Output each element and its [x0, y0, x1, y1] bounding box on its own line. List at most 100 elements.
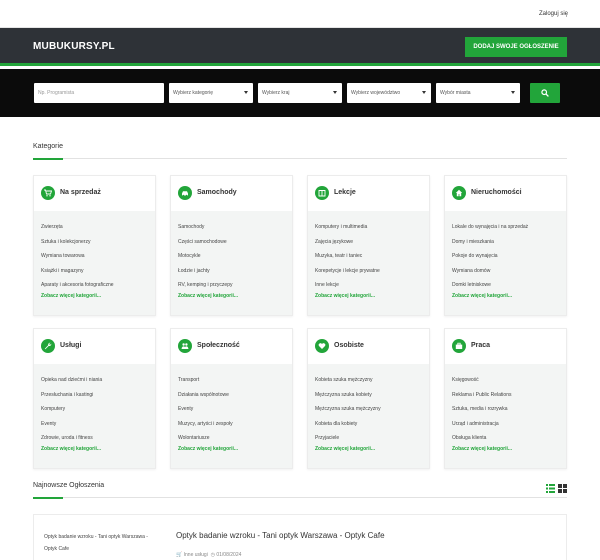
category-link[interactable]: Księgowość — [452, 374, 566, 389]
category-icon-badge — [41, 186, 55, 200]
category-link[interactable]: Mężczyzna szuka mężczyzny — [315, 403, 429, 418]
category-title[interactable]: Na sprzedaż — [60, 189, 101, 196]
category-card-header: Lekcje — [308, 176, 429, 211]
city-select[interactable]: Wybór miasta — [436, 83, 520, 103]
category-link[interactable]: Samochody — [178, 221, 292, 236]
category-link[interactable]: Pokoje do wynajęcia — [452, 250, 566, 265]
category-card-header: Na sprzedaż — [34, 176, 155, 211]
listing-category: Inne usługi — [183, 552, 208, 558]
category-link[interactable]: Działania wspólnotowe — [178, 389, 292, 404]
listing-card[interactable]: Optyk badanie wzroku - Tani optyk Warsza… — [33, 514, 567, 560]
category-link[interactable]: Przesłuchania i kastingi — [41, 389, 155, 404]
category-select-value: Wybierz kategorię — [173, 90, 213, 96]
top-bar: Zaloguj się — [0, 0, 600, 28]
category-list: Zwierzęta Sztuka i kolekcjonerzy Wymiana t… — [34, 211, 155, 315]
category-link[interactable]: Wymiana domów — [452, 265, 566, 280]
category-link[interactable]: Urząd i administracja — [452, 418, 566, 433]
search-bar: Np. Programista Wybierz kategorię Wybier… — [0, 69, 600, 117]
cart-icon — [44, 189, 52, 197]
category-card-header: Praca — [445, 329, 566, 364]
category-link[interactable]: Kobieta dla kobiety — [315, 418, 429, 433]
category-title[interactable]: Praca — [471, 342, 490, 349]
add-listing-button[interactable]: DODAJ SWOJE OGŁOSZENIE — [465, 37, 567, 57]
category-link[interactable]: Domy i mieszkania — [452, 236, 566, 251]
book-icon — [318, 190, 326, 197]
category-icon-badge — [315, 186, 329, 200]
category-link[interactable]: Eventy — [178, 403, 292, 418]
category-link[interactable]: Opieka nad dziećmi i niania — [41, 374, 155, 389]
category-list: Opieka nad dziećmi i niania Przesłuchania… — [34, 364, 155, 468]
category-title[interactable]: Nieruchomości — [471, 189, 522, 196]
category-card-header: Społeczność — [171, 329, 292, 364]
site-header: MUBUKURSY.PL DODAJ SWOJE OGŁOSZENIE — [0, 28, 600, 66]
people-icon — [181, 343, 189, 349]
search-icon — [541, 89, 549, 97]
see-more-link[interactable]: Zobacz więcej kategorii... — [41, 292, 155, 300]
login-link[interactable]: Zaloguj się — [539, 11, 568, 17]
category-link[interactable]: Transport — [178, 374, 292, 389]
list-view-icon[interactable] — [546, 484, 555, 495]
category-title[interactable]: Lekcje — [334, 189, 356, 196]
chevron-down-icon — [422, 91, 426, 94]
category-link[interactable]: Łodzie i jachty — [178, 265, 292, 280]
category-link[interactable]: Korepetycje i lekcje prywatne — [315, 265, 429, 280]
category-select[interactable]: Wybierz kategorię — [169, 83, 253, 103]
category-link[interactable]: Zajęcia językowe — [315, 236, 429, 251]
car-icon — [182, 191, 188, 197]
see-more-link[interactable]: Zobacz więcej kategorii... — [315, 292, 429, 300]
category-link[interactable]: Sztuka i kolekcjonerzy — [41, 236, 155, 251]
category-icon-badge — [178, 339, 192, 353]
category-link[interactable]: Książki i magazyny — [41, 265, 155, 280]
chevron-down-icon — [333, 91, 337, 94]
category-link[interactable]: Kobieta szuka mężczyzny — [315, 374, 429, 389]
category-link[interactable]: Zwierzęta — [41, 221, 155, 236]
category-card: Na sprzedaż Zwierzęta Sztuka i kolekcjoner… — [33, 175, 156, 316]
category-link[interactable]: Reklama i Public Relations — [452, 389, 566, 404]
category-link[interactable]: Mężczyzna szuka kobiety — [315, 389, 429, 404]
category-card: Lekcje Komputery i multimedia Zajęcia języ… — [307, 175, 430, 316]
category-link[interactable]: Komputery — [41, 403, 155, 418]
region-select-value: Wybierz województwo — [351, 90, 401, 96]
category-title[interactable]: Usługi — [60, 342, 81, 349]
see-more-link[interactable]: Zobacz więcej kategorii... — [178, 292, 292, 300]
grid-view-icon[interactable] — [558, 484, 567, 495]
category-link[interactable]: Lokale do wynajęcia i na sprzedaż — [452, 221, 566, 236]
category-link[interactable]: Muzyka, teatr i taniec — [315, 250, 429, 265]
country-select-value: Wybierz kraj — [262, 90, 290, 96]
category-list: Kobieta szuka mężczyzny Mężczyzna szuka k… — [308, 364, 429, 468]
site-logo[interactable]: MUBUKURSY.PL — [33, 41, 115, 52]
see-more-link[interactable]: Zobacz więcej kategorii... — [452, 445, 566, 453]
category-link[interactable]: Wymiana towarowa — [41, 250, 155, 265]
listing-title[interactable]: Optyk badanie wzroku - Tani optyk Warsza… — [176, 531, 385, 540]
category-link[interactable]: Motocykle — [178, 250, 292, 265]
category-title[interactable]: Społeczność — [197, 342, 240, 349]
see-more-link[interactable]: Zobacz więcej kategorii... — [315, 445, 429, 453]
category-link[interactable]: Eventy — [41, 418, 155, 433]
category-icon-badge — [452, 186, 466, 200]
country-select[interactable]: Wybierz kraj — [258, 83, 342, 103]
category-icon-badge — [452, 339, 466, 353]
category-link[interactable]: Części samochodowe — [178, 236, 292, 251]
see-more-link[interactable]: Zobacz więcej kategorii... — [452, 292, 566, 300]
category-title[interactable]: Samochody — [197, 189, 237, 196]
region-select[interactable]: Wybierz województwo — [347, 83, 431, 103]
category-card: Samochody Samochody Części samochodowe Moto… — [170, 175, 293, 316]
listing-meta: 🛒 Inne usługi ◷ 01/08/2024 — [176, 552, 241, 558]
cart-icon: 🛒 — [176, 552, 183, 558]
listing-image[interactable]: Optyk badanie wzroku - Tani optyk Warsza… — [44, 531, 156, 555]
heart-icon — [318, 343, 326, 349]
category-link[interactable]: Muzycy, artyści i zespoły — [178, 418, 292, 433]
category-card: Nieruchomości Lokale do wynajęcia i na sp… — [444, 175, 567, 316]
see-more-link[interactable]: Zobacz więcej kategorii... — [41, 445, 155, 453]
category-card-header: Nieruchomości — [445, 176, 566, 211]
category-list: Księgowość Reklama i Public Relations Sztu… — [445, 364, 566, 468]
category-link[interactable]: Komputery i multimedia — [315, 221, 429, 236]
see-more-link[interactable]: Zobacz więcej kategorii... — [178, 445, 292, 453]
category-card-header: Osobiste — [308, 329, 429, 364]
categories-heading: Kategorie — [33, 143, 63, 150]
category-title[interactable]: Osobiste — [334, 342, 364, 349]
keyword-input[interactable]: Np. Programista — [34, 83, 164, 103]
home-icon — [455, 189, 463, 197]
category-link[interactable]: Sztuka, media i rozrywka — [452, 403, 566, 418]
search-button[interactable] — [530, 83, 560, 103]
